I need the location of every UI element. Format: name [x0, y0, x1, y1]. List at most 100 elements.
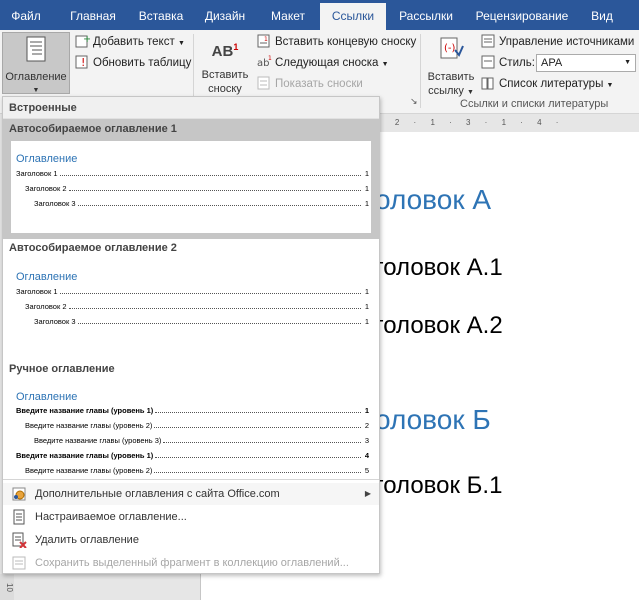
gallery-item-auto-toc-1[interactable]: Автособираемое оглавление 1 Оглавление З… — [3, 119, 379, 239]
dot-leader — [68, 302, 361, 309]
menu-separator — [3, 479, 379, 480]
toc-line-text: Введите название главы (уровень 2) — [25, 466, 153, 475]
endnote-icon: 1 — [256, 33, 272, 49]
remove-toc-menu-item[interactable]: Удалить оглавление — [3, 529, 379, 551]
toc-line-page: 1 — [364, 406, 369, 415]
toc-line-text: Введите название главы (уровень 1) — [16, 451, 154, 460]
menu-item-label: Удалить оглавление — [35, 534, 139, 546]
toc-line-page: 2 — [364, 421, 369, 430]
insert-footnote-button[interactable]: AB1 Вставить сноску — [198, 34, 252, 95]
toc-gallery-dropdown: Встроенные Автособираемое оглавление 1 О… — [2, 96, 380, 574]
tab-insert[interactable]: Вставка — [132, 0, 190, 30]
gallery-item-manual-toc[interactable]: Ручное оглавление Оглавление Введите наз… — [3, 359, 379, 479]
tab-review[interactable]: Рецензирование — [470, 0, 574, 30]
toc-button[interactable]: Оглавление ▼ — [2, 32, 70, 94]
dot-leader — [155, 406, 361, 413]
toc-preview-heading: Оглавление — [16, 271, 78, 283]
toc-line-text: Заголовок 2 — [25, 184, 67, 193]
bibliography-button[interactable]: Список литературы ▼ — [480, 74, 613, 94]
update-table-button[interactable]: ! Обновить таблицу — [74, 53, 191, 73]
show-notes-button[interactable]: Показать сноски — [256, 74, 363, 94]
gallery-item-title: Ручное оглавление — [9, 363, 115, 375]
toc-line-text: Введите название главы (уровень 3) — [34, 436, 162, 445]
toc-preview: Оглавление Заголовок 1 1 Заголовок 2 1 Заг… — [11, 141, 371, 233]
toc-preview-line: Заголовок 1 1 — [16, 169, 369, 178]
style-select-value: APA — [541, 57, 563, 69]
submenu-arrow-icon: ▶ — [364, 489, 371, 498]
menu-item-label: Сохранить выделенный фрагмент в коллекци… — [35, 557, 349, 569]
manage-sources-button[interactable]: Управление источниками — [480, 32, 634, 52]
toc-line-text: Заголовок 1 — [16, 169, 58, 178]
show-notes-icon — [256, 75, 272, 91]
chevron-down-icon: ▼ — [177, 40, 185, 47]
toc-preview-line: Введите название главы (уровень 3) 3 — [34, 436, 369, 445]
tab-design[interactable]: Дизайн — [199, 0, 251, 30]
dot-leader — [77, 199, 361, 206]
insert-citation-icon: (-) — [440, 37, 464, 59]
svg-text:+: + — [83, 34, 90, 45]
toc-icon — [26, 36, 46, 62]
ribbon-tab-bar: Файл Главная Вставка Дизайн Макет Ссылки… — [0, 0, 639, 30]
document-icon — [11, 509, 27, 525]
style-row: Стиль: — [480, 53, 535, 73]
footnote-icon-sup: 1 — [233, 42, 239, 52]
office-icon — [11, 486, 27, 502]
add-text-label: Добавить текст — [93, 36, 175, 48]
footnote-icon-text: AB — [211, 43, 234, 60]
chevron-down-icon: ▼ — [381, 61, 389, 68]
tab-references[interactable]: Ссылки — [320, 3, 386, 30]
heading-2-b1: головок Б.1 — [375, 472, 503, 499]
toc-line-text: Введите название главы (уровень 1) — [16, 406, 154, 415]
group-label-citations: Ссылки и списки литературы — [460, 98, 609, 110]
toc-preview-line: Заголовок 3 1 — [34, 199, 369, 208]
toc-preview-line: Заголовок 3 1 — [34, 317, 369, 326]
tab-layout[interactable]: Макет — [262, 0, 314, 30]
gallery-item-auto-toc-2[interactable]: Автособираемое оглавление 2 Оглавление З… — [3, 239, 379, 357]
toc-line-text: Заголовок 3 — [34, 199, 76, 208]
svg-text:(-): (-) — [444, 43, 456, 54]
horizontal-ruler: · 2 · 1 · 3 · 1 · 4 · — [378, 116, 639, 130]
add-text-button[interactable]: + Добавить текст ▼ — [74, 32, 185, 52]
insert-endnote-button[interactable]: 1 Вставить концевую сноску — [256, 32, 416, 52]
style-select[interactable]: APA ▼ — [536, 54, 636, 72]
tab-home[interactable]: Главная — [62, 0, 124, 30]
manage-sources-label: Управление источниками — [499, 36, 635, 48]
heading-2-a1: головок А.1 — [375, 254, 503, 281]
chevron-down-icon: ▼ — [606, 82, 614, 89]
toc-preview: Оглавление Заголовок 1 1 Заголовок 2 1 Заг… — [11, 259, 371, 351]
chevron-down-icon: ▼ — [624, 59, 631, 66]
tab-mailings[interactable]: Рассылки — [392, 0, 460, 30]
toc-preview-line: Заголовок 2 1 — [25, 184, 369, 193]
remove-toc-icon — [11, 532, 27, 549]
dot-leader — [154, 466, 361, 473]
more-tocs-office-menu-item[interactable]: Дополнительные оглавления с сайта Office… — [3, 483, 379, 505]
insert-citation-button[interactable]: (-) Вставить ссылку ▼ — [424, 34, 478, 97]
custom-toc-menu-item[interactable]: Настраиваемое оглавление... — [3, 506, 379, 528]
save-selection-menu-item[interactable]: Сохранить выделенный фрагмент в коллекци… — [3, 552, 379, 573]
footnote-icon: AB1 — [198, 40, 252, 62]
dot-leader — [59, 169, 361, 176]
show-notes-label: Показать сноски — [275, 78, 363, 90]
save-selection-icon — [11, 555, 27, 571]
dot-leader — [154, 421, 361, 428]
style-label: Стиль: — [499, 57, 535, 69]
toc-preview: Оглавление Введите название главы (урове… — [11, 381, 371, 479]
chevron-down-icon: ▼ — [466, 89, 474, 96]
toc-preview-line: Введите название главы (уровень 2) 5 — [25, 466, 369, 475]
manage-sources-icon — [480, 33, 496, 49]
dot-leader — [68, 184, 361, 191]
tab-file[interactable]: Файл — [0, 0, 52, 30]
bibliography-icon — [480, 75, 496, 91]
dialog-launcher-icon[interactable]: ↘ — [410, 96, 418, 107]
toc-line-page: 3 — [364, 436, 369, 445]
heading-1-a: оловок А — [375, 184, 492, 215]
next-footnote-button[interactable]: ab 1 Следующая сноска ▼ — [256, 53, 389, 73]
insert-footnote-label-2: сноску — [208, 83, 242, 95]
dot-leader — [163, 436, 361, 443]
tab-view[interactable]: Вид — [584, 0, 620, 30]
toc-preview-line: Заголовок 2 1 — [25, 302, 369, 311]
toc-line-text: Заголовок 1 — [16, 287, 58, 296]
insert-citation-label-1: Вставить — [427, 71, 475, 83]
add-text-icon: + — [74, 33, 91, 49]
heading-1-b: оловок Б — [375, 404, 491, 435]
